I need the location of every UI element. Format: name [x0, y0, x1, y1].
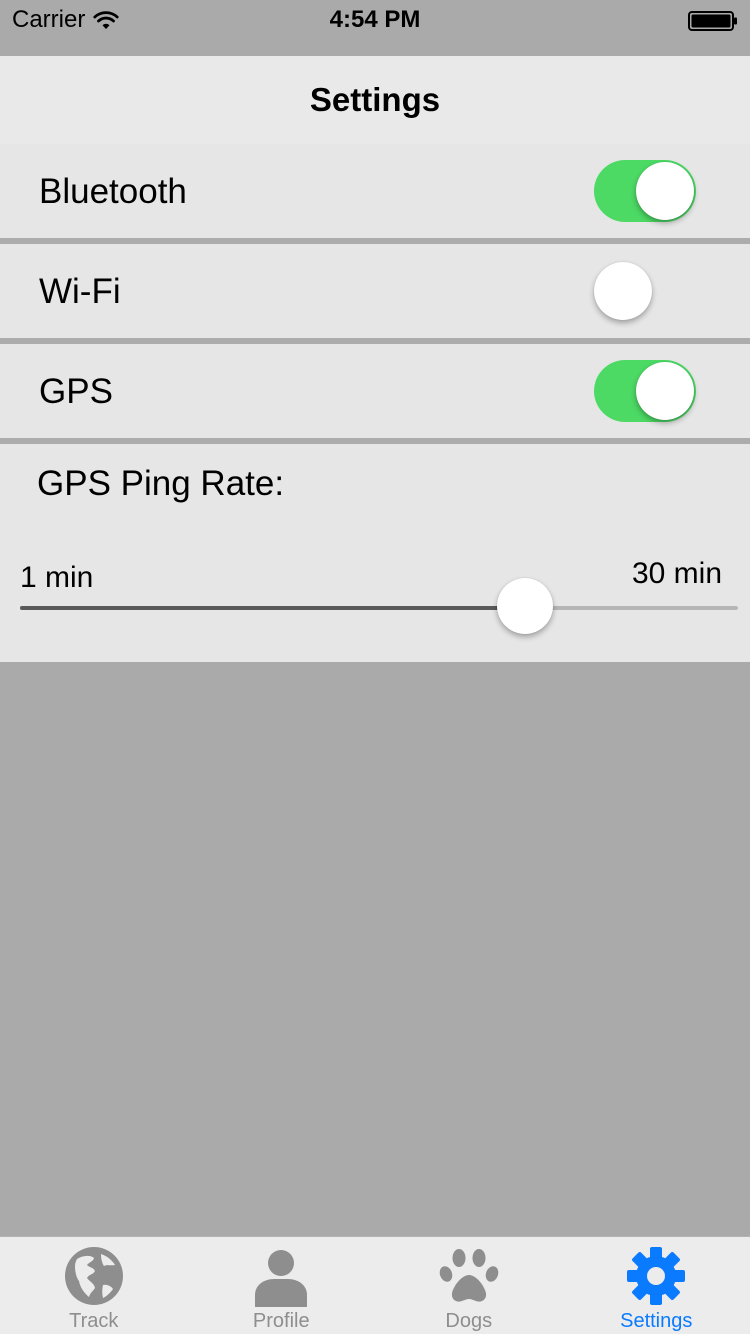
tab-dogs[interactable]: Dogs	[375, 1237, 563, 1334]
status-time: 4:54 PM	[329, 6, 421, 33]
gps-toggle[interactable]	[594, 360, 696, 422]
bluetooth-label: Bluetooth	[39, 172, 187, 211]
setting-row-wifi: Wi-Fi	[0, 244, 750, 338]
gps-ping-rate-section: GPS Ping Rate: 1 min 30 min	[0, 444, 750, 662]
navigation-bar: Settings	[0, 56, 750, 144]
tab-track[interactable]: Track	[0, 1237, 188, 1334]
tab-dogs-label: Dogs	[445, 1310, 493, 1332]
page-title: Settings	[309, 81, 441, 118]
gps-label: GPS	[39, 372, 113, 411]
tab-profile-label: Profile	[252, 1310, 310, 1332]
slider-max-label: 30 min	[631, 557, 722, 590]
battery-icon	[688, 11, 737, 31]
tab-profile[interactable]: Profile	[188, 1237, 376, 1334]
ping-rate-slider-track[interactable]	[20, 606, 738, 610]
toggle-knob	[636, 362, 694, 420]
gear-icon	[627, 1247, 686, 1305]
toggle-knob	[594, 262, 652, 320]
globe-icon	[64, 1247, 123, 1305]
tab-settings[interactable]: Settings	[563, 1237, 750, 1334]
ping-rate-slider-fill	[20, 606, 525, 610]
wifi-label: Wi-Fi	[39, 272, 121, 311]
wifi-toggle[interactable]	[594, 260, 696, 322]
tab-bar: Track Profile Dogs Settings	[0, 1236, 750, 1334]
tab-track-label: Track	[69, 1310, 119, 1332]
paw-icon	[439, 1249, 499, 1302]
person-icon	[255, 1250, 308, 1307]
status-bar: Carrier 4:54 PM	[0, 0, 750, 40]
tab-settings-label: Settings	[620, 1310, 693, 1332]
ping-rate-slider-thumb[interactable]	[496, 578, 553, 634]
bluetooth-toggle[interactable]	[594, 160, 696, 222]
slider-min-label: 1 min	[20, 561, 94, 594]
setting-row-gps: GPS	[0, 344, 750, 438]
toggle-knob	[636, 162, 694, 220]
gps-ping-rate-label: GPS Ping Rate:	[37, 464, 285, 503]
setting-row-bluetooth: Bluetooth	[0, 144, 750, 238]
